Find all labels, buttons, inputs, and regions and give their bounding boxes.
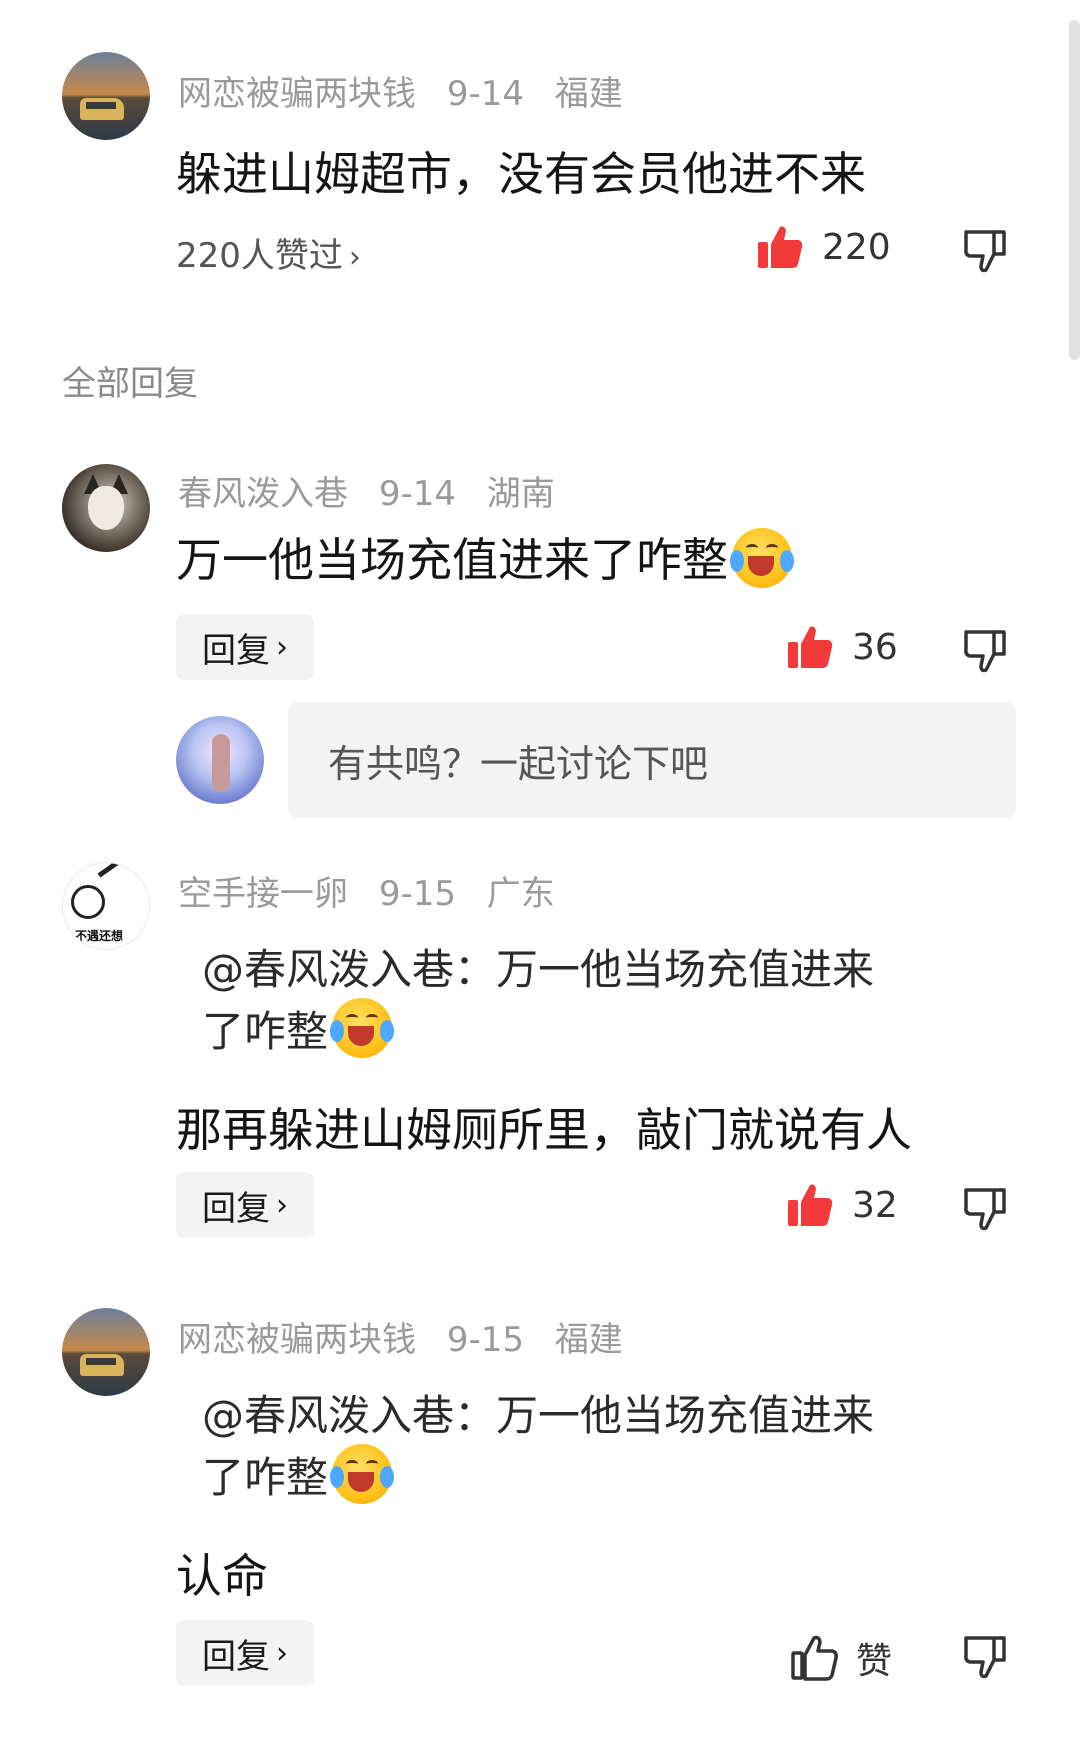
liked-by-label: 220人赞过 — [176, 236, 343, 276]
like-button[interactable]: 220 — [756, 224, 891, 270]
quote-line: @春风泼入巷：万一他当场充值进来 — [202, 1391, 875, 1440]
quote-line-text: 了咋整 — [202, 1453, 329, 1502]
laughing-crying-emoji-icon — [330, 1444, 395, 1504]
current-user-avatar — [176, 716, 264, 804]
like-button[interactable]: 赞 — [790, 1632, 892, 1684]
avatar[interactable] — [62, 52, 150, 140]
like-count: 36 — [852, 626, 898, 668]
comment-text: 万一他当场充值进来了咋整 — [176, 524, 794, 590]
reply-button[interactable]: 回复 › — [176, 614, 314, 680]
username[interactable]: 网恋被骗两块钱 — [178, 74, 416, 114]
comment-location: 广东 — [486, 874, 555, 914]
avatar[interactable] — [62, 1308, 150, 1396]
thumbs-up-filled-icon — [756, 224, 804, 270]
dislike-button[interactable] — [962, 1186, 1008, 1232]
like-count: 32 — [852, 1184, 898, 1226]
discussion-placeholder: 有共鸣？一起讨论下吧 — [328, 741, 709, 786]
reply-label: 回复 — [202, 630, 270, 671]
comment-date: 9-14 — [446, 74, 524, 114]
reply-button[interactable]: 回复 › — [176, 1620, 314, 1686]
thumbs-down-icon — [962, 228, 1008, 274]
comment-location: 福建 — [554, 1320, 623, 1360]
username[interactable]: 网恋被骗两块钱 — [178, 1320, 416, 1360]
comment-date: 9-14 — [378, 474, 456, 514]
quote-line-2: 了咋整 — [202, 1444, 922, 1506]
dislike-button[interactable] — [962, 628, 1008, 674]
comment-location: 湖南 — [486, 474, 555, 514]
discussion-input[interactable]: 有共鸣？一起讨论下吧 — [288, 702, 1016, 818]
reply-button[interactable]: 回复 › — [176, 1172, 314, 1238]
liked-by-link[interactable]: 220人赞过 › — [176, 228, 361, 277]
like-button[interactable]: 32 — [786, 1182, 898, 1228]
scrollbar[interactable] — [1069, 20, 1080, 360]
chevron-right-icon: › — [276, 629, 288, 665]
like-label: 赞 — [856, 1641, 893, 1682]
quote-line-2: 了咋整 — [202, 998, 922, 1060]
quoted-comment: @春风泼入巷：万一他当场充值进来 了咋整 — [202, 942, 922, 1060]
thumbs-down-icon — [962, 1634, 1008, 1680]
section-title: 全部回复 — [62, 364, 198, 404]
thumbs-down-icon — [962, 628, 1008, 674]
chevron-right-icon: › — [276, 1635, 288, 1671]
dislike-button[interactable] — [962, 228, 1008, 274]
dislike-button[interactable] — [962, 1634, 1008, 1680]
comment-text: 那再躲进山姆厕所里，敲门就说有人 — [176, 1103, 912, 1157]
comment-text: 认命 — [176, 1549, 268, 1603]
comment-date: 9-15 — [378, 874, 456, 914]
avatar-meme-text: 不遇还想 — [75, 929, 124, 943]
comment-location: 福建 — [554, 74, 623, 114]
laughing-crying-emoji-icon — [330, 998, 395, 1058]
like-count: 220 — [822, 226, 891, 268]
chevron-right-icon: › — [276, 1187, 288, 1223]
avatar[interactable]: 不遇还想 — [62, 862, 150, 950]
thumbs-up-icon — [790, 1635, 838, 1681]
username[interactable]: 空手接一卵 — [178, 874, 348, 914]
thumbs-up-filled-icon — [786, 1182, 834, 1228]
comment-meta: 空手接一卵 9-15 广东 — [178, 866, 575, 915]
reply-label: 回复 — [202, 1188, 270, 1229]
comment-date: 9-15 — [446, 1320, 524, 1360]
comment-meta: 网恋被骗两块钱 9-14 福建 — [178, 66, 643, 115]
comment-meta: 网恋被骗两块钱 9-15 福建 — [178, 1312, 643, 1361]
chevron-right-icon: › — [348, 240, 361, 275]
quote-line: @春风泼入巷：万一他当场充值进来 — [202, 945, 875, 994]
thumbs-down-icon — [962, 1186, 1008, 1232]
thumbs-up-filled-icon — [786, 624, 834, 670]
quoted-comment: @春风泼入巷：万一他当场充值进来 了咋整 — [202, 1388, 922, 1506]
reply-label: 回复 — [202, 1636, 270, 1677]
avatar[interactable] — [62, 464, 150, 552]
comment-meta: 春风泼入巷 9-14 湖南 — [178, 466, 575, 515]
like-button[interactable]: 36 — [786, 624, 898, 670]
username[interactable]: 春风泼入巷 — [178, 474, 348, 514]
laughing-crying-emoji-icon — [730, 528, 794, 588]
comment-text: 躲进山姆超市，没有会员他进不来 — [176, 147, 866, 201]
quote-line-text: 了咋整 — [202, 1007, 329, 1056]
comment-text-content: 万一他当场充值进来了咋整 — [176, 533, 728, 587]
